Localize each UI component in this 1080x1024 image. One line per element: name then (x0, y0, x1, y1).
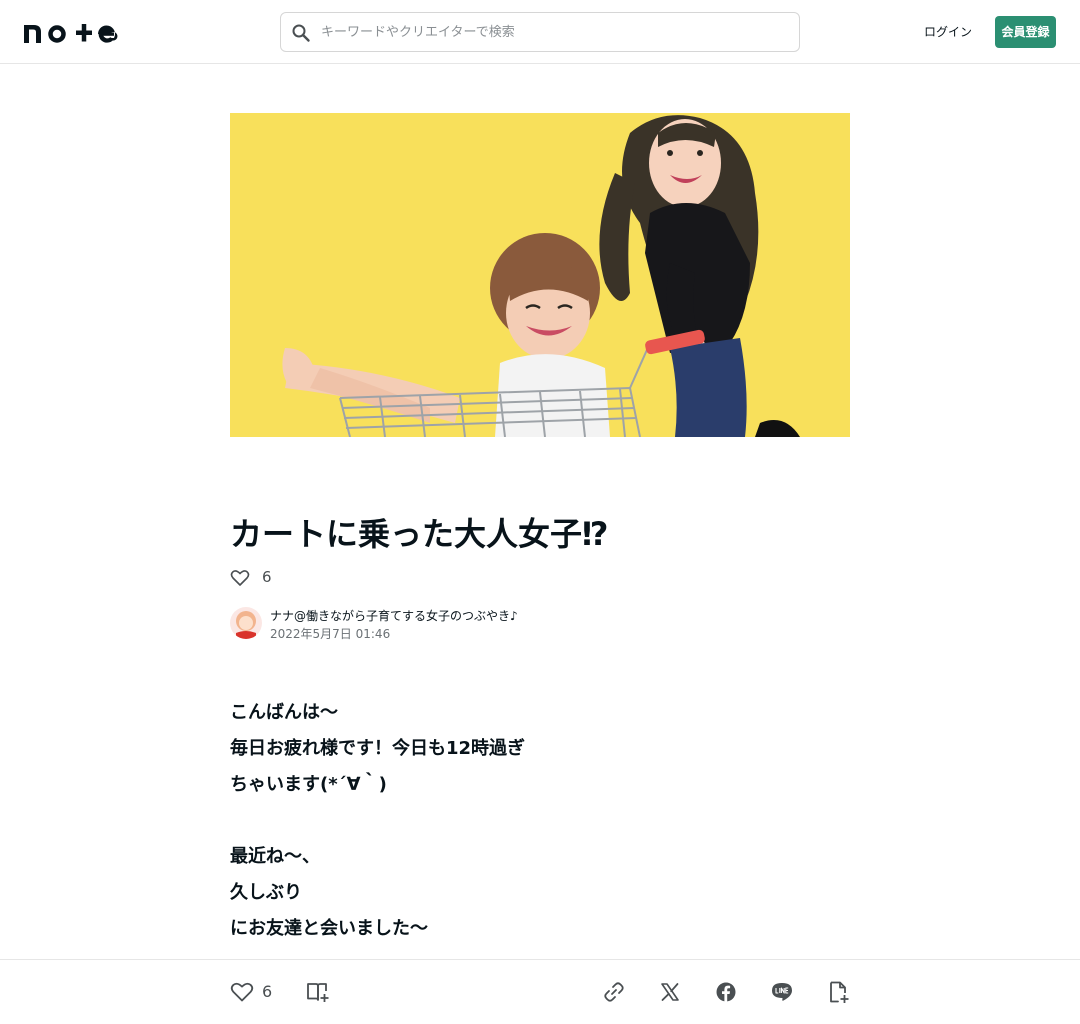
body-paragraph: ちゃいます(*´∀｀) (230, 774, 387, 795)
body-paragraph: 久しぶり (230, 882, 302, 903)
site-header: ログイン 会員登録 (0, 0, 1080, 64)
search-input[interactable] (321, 13, 781, 51)
body-paragraph: 最近ね〜、 (230, 846, 320, 867)
article-title: カートに乗った大人女子⁉︎ (230, 515, 609, 553)
hero-image (230, 113, 850, 437)
body-paragraph: にお友達と会いました〜 (230, 918, 428, 939)
body-paragraph (230, 803, 850, 839)
avatar[interactable] (230, 607, 262, 639)
note-embed-icon[interactable] (826, 980, 850, 1004)
signup-button[interactable]: 会員登録 (995, 16, 1056, 48)
body-paragraph: こんばんは〜 (230, 702, 338, 723)
link-icon[interactable] (602, 980, 626, 1004)
magazine-add-icon[interactable] (306, 980, 330, 1004)
like-count: 6 (262, 568, 272, 586)
x-icon[interactable] (658, 980, 682, 1004)
author-name[interactable]: ナナ@働きながら子育てする女子のつぶやき♪ (270, 609, 518, 623)
hero-illustration (230, 113, 850, 437)
like-count: 6 (262, 982, 273, 1001)
search-box[interactable] (280, 12, 800, 52)
author-info: ナナ@働きながら子育てする女子のつぶやき♪ 2022年5月7日 01:46 (230, 607, 730, 641)
facebook-icon[interactable] (714, 980, 738, 1004)
article-body: こんばんは〜 毎日お疲れ様です！今日も12時過ぎ ちゃいます(*´∀｀) 最近ね… (230, 695, 850, 947)
heart-icon[interactable] (230, 568, 250, 588)
note-logo[interactable] (24, 20, 122, 44)
body-paragraph: 毎日お疲れ様です！今日も12時過ぎ (230, 738, 526, 759)
heart-icon[interactable] (230, 980, 254, 1004)
search-icon (292, 24, 310, 42)
line-icon[interactable] (770, 980, 794, 1004)
publish-date: 2022年5月7日 01:46 (270, 627, 391, 641)
bottom-action-bar: 6 (0, 959, 1080, 1024)
login-link[interactable]: ログイン (922, 20, 974, 44)
